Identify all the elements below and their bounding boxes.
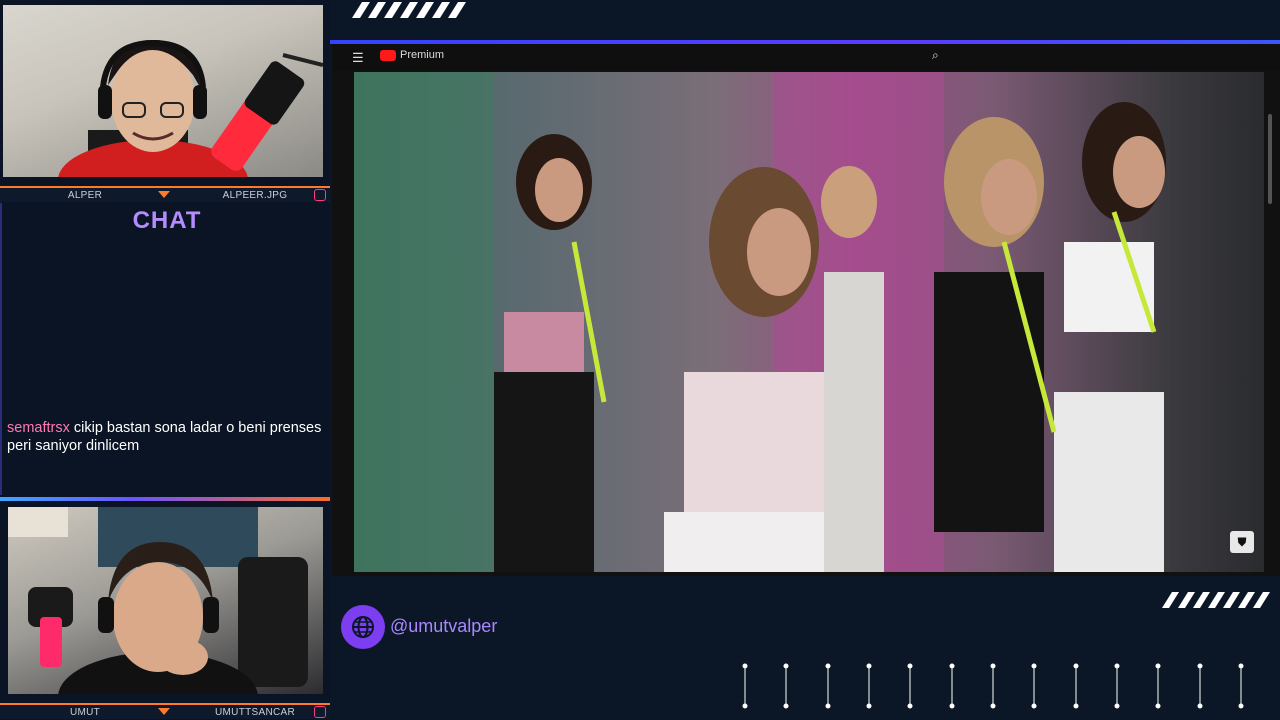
instagram-icon xyxy=(314,189,326,201)
chevron-down-icon xyxy=(158,708,170,715)
webcam-bottom-figure xyxy=(8,507,308,694)
youtube-topbar: ☰ Premium ⌕ xyxy=(332,44,1280,70)
timeline-decoration xyxy=(742,663,1244,709)
video-scene-figures xyxy=(354,72,1166,572)
youtube-play-icon xyxy=(380,49,396,61)
video-scrollbar[interactable] xyxy=(1268,114,1272,204)
stripes-decoration xyxy=(352,2,466,18)
webcam-top-figure xyxy=(58,39,323,177)
bottom-cam-namebar: UMUT UMUTTSANCAR xyxy=(0,703,330,719)
chat-message: semaftrsx cikip bastan sona ladar o beni… xyxy=(7,419,325,455)
webcam-bottom xyxy=(8,507,323,694)
social-handle: @umutvalper xyxy=(390,616,498,636)
video-content xyxy=(354,72,1264,572)
webcam-top xyxy=(3,5,323,177)
bottom-cam-name-right: UMUTTSANCAR xyxy=(215,706,295,718)
youtube-logo-text: Premium xyxy=(400,49,445,61)
globe-icon-shape xyxy=(352,616,374,638)
chat-panel: CHAT semaftrsx cikip bastan sona ladar o… xyxy=(0,203,330,495)
top-cam-name-left: ALPER xyxy=(67,189,103,201)
panel-divider xyxy=(0,497,330,501)
chevron-down-icon xyxy=(158,191,170,198)
search-icon[interactable]: ⌕ xyxy=(932,48,939,63)
chat-title: CHAT xyxy=(132,207,202,234)
youtube-logo[interactable]: Premium xyxy=(380,49,444,61)
stripes-decoration xyxy=(1162,592,1270,608)
top-cam-namebar: ALPER ALPEER.JPG xyxy=(0,186,330,202)
video-player[interactable]: ☰ Premium ⌕ ⛊ xyxy=(332,44,1280,576)
badge-icon[interactable]: ⛊ xyxy=(1230,531,1254,553)
bottom-cam-name-left: UMUT xyxy=(69,706,101,718)
chat-username: semaftrsx xyxy=(7,420,70,436)
top-cam-name-right: ALPEER.JPG xyxy=(222,189,288,201)
menu-icon[interactable]: ☰ xyxy=(352,50,364,66)
globe-icon xyxy=(341,605,385,649)
instagram-icon xyxy=(314,706,326,718)
